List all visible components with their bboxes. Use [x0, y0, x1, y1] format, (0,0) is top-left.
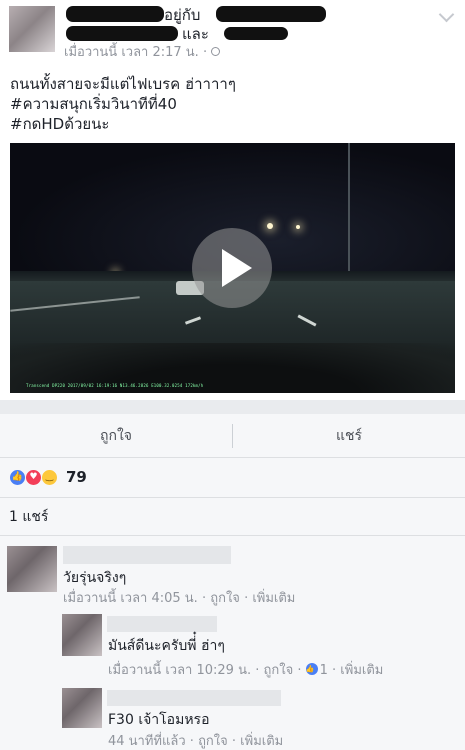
reply-avatar[interactable]: [62, 688, 102, 728]
video-frame-lamp: [296, 225, 300, 229]
video-frame-lamp: [267, 223, 273, 229]
redacted-tagged-name-2: [66, 26, 178, 41]
redacted-comment-author: [63, 546, 231, 564]
reply-text: F30 เจ้าโอมหรอ: [108, 712, 210, 728]
redacted-poster-name: [66, 6, 164, 22]
chevron-down-icon[interactable]: [438, 6, 455, 23]
comment-meta: เมื่อวานนี้ เวลา 4:05 น. · ถูกใจ · เพิ่ม…: [63, 591, 295, 607]
poster-avatar[interactable]: [9, 6, 55, 52]
video-frame-pole: [348, 143, 350, 283]
like-button[interactable]: ถูกใจ: [0, 414, 232, 458]
post-hashtag[interactable]: #กดHDด้วยนะ: [10, 114, 450, 134]
haha-icon: ‿: [41, 469, 58, 486]
redacted-reply-author: [107, 690, 281, 706]
reply-time[interactable]: 44 นาทีที่แล้ว ·: [108, 734, 194, 749]
separator: [0, 400, 465, 414]
redacted-tagged-name-1: [216, 6, 326, 22]
reply-meta: 44 นาทีที่แล้ว · ถูกใจ · เพิ่มเติม: [108, 734, 283, 750]
post-text-line: ถนนทั้งสายจะมีแต่ไฟเบรค ฮ่าาาาๆ: [10, 75, 236, 93]
with-label: อยู่กับ: [164, 6, 201, 24]
reaction-count: 79: [66, 468, 87, 486]
reply-more-link[interactable]: · เพิ่มเติม: [332, 663, 383, 678]
comment-more-link[interactable]: · เพิ่มเติม: [244, 591, 295, 606]
comment-text: วัยรุ่นจริงๆ: [63, 570, 127, 586]
post-timestamp[interactable]: เมื่อวานนี้ เวลา 2:17 น. ·: [64, 45, 221, 60]
love-icon: ♥: [25, 469, 42, 486]
redacted-reply-author: [107, 616, 217, 632]
globe-icon: [211, 47, 221, 56]
reply-like-link[interactable]: ถูกใจ ·: [264, 663, 302, 678]
play-button[interactable]: [192, 228, 272, 308]
reply-avatar[interactable]: [62, 614, 102, 656]
post-header: อยู่กับ และ เมื่อวานนี้ เวลา 2:17 น. ·: [0, 0, 465, 62]
shares-row[interactable]: 1 แชร์: [0, 498, 465, 536]
reply-like-link[interactable]: ถูกใจ: [198, 734, 228, 749]
post-hashtag[interactable]: #ความสนุกเริ่มวินาทีที่40: [10, 94, 450, 114]
dashcam-overlay: Transcend DP220 2017/09/02 16:19:16 N13.…: [26, 383, 204, 388]
reply-more-link[interactable]: · เพิ่มเติม: [232, 734, 283, 749]
post-text: ถนนทั้งสายจะมีแต่ไฟเบรค ฮ่าาาาๆ #ความสนุ…: [10, 74, 450, 134]
reply-meta: เมื่อวานนี้ เวลา 10:29 น. · ถูกใจ · 1 · …: [108, 661, 383, 679]
comment-avatar[interactable]: [7, 546, 57, 592]
comments-section: วัยรุ่นจริงๆ เมื่อวานนี้ เวลา 4:05 น. · …: [0, 536, 465, 750]
comment-like-link[interactable]: ถูกใจ: [210, 591, 240, 606]
reply-time[interactable]: เมื่อวานนี้ เวลา 10:29 น. ·: [108, 663, 259, 678]
reply-text: มันส์ดีนะครับพี่๋ ฮ่าๆ: [108, 638, 225, 654]
video-player[interactable]: Transcend DP220 2017/09/02 16:19:16 N13.…: [10, 143, 455, 393]
and-label: และ: [182, 25, 209, 43]
redacted-tagged-name-3: [224, 27, 288, 40]
like-icon: 👍: [9, 469, 26, 486]
reactions-summary[interactable]: 👍 ♥ ‿ 79: [0, 458, 465, 498]
play-icon: [222, 249, 252, 287]
reply-like-count[interactable]: 1: [320, 663, 328, 678]
post-timestamp-text: เมื่อวานนี้ เวลา 2:17 น. ·: [64, 45, 208, 60]
action-bar: ถูกใจ แชร์: [0, 414, 465, 458]
like-icon: [305, 661, 318, 677]
share-button[interactable]: แชร์: [233, 414, 465, 458]
comment-time[interactable]: เมื่อวานนี้ เวลา 4:05 น. ·: [63, 591, 206, 606]
share-count: 1 แชร์: [9, 509, 49, 525]
